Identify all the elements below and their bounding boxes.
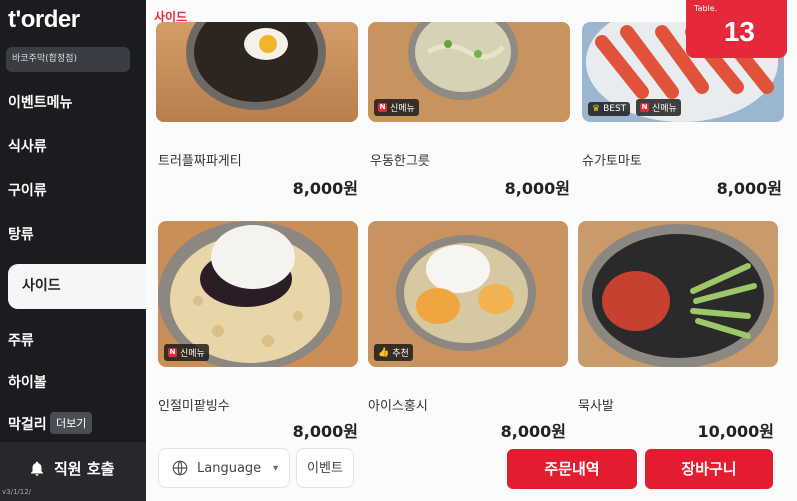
badge-label: 신메뉴 [390,104,415,114]
order-history-button[interactable]: 주문내역 [507,449,637,489]
table-label: Table. [694,4,718,13]
menu-item-price: 8,000원 [504,179,570,198]
recommend-badge: 👍 추천 [374,344,413,361]
menu-item-name[interactable]: 슈가토마토 [582,150,642,169]
menu-item-name[interactable]: 트러플짜파게티 [158,150,242,169]
language-selector[interactable]: Language ▾ [158,448,290,488]
table-number-badge: Table. 13 [686,0,787,58]
menu-item-image[interactable] [156,22,358,122]
sidebar-item-liquor[interactable]: 주류 [8,330,34,350]
badge-label: 신메뉴 [180,349,205,359]
sidebar-item-event-menu[interactable]: 이벤트메뉴 [8,92,72,112]
menu-item-image[interactable] [578,221,778,367]
language-label: Language [197,460,262,476]
new-badge: N 신메뉴 [374,99,419,116]
badge-label: BEST [603,104,627,114]
menu-item-price: 8,000원 [500,422,566,441]
thumbs-up-icon: 👍 [378,347,390,358]
sidebar-item-highball[interactable]: 하이볼 [8,372,47,392]
menu-item-name[interactable]: 아이스홍시 [368,395,428,414]
best-badge: ♛ BEST [588,102,631,116]
menu-item-price: 8,000원 [292,422,358,441]
table-number: 13 [723,16,755,47]
menu-item-price: 8,000원 [292,179,358,198]
sidebar-item-grill[interactable]: 구이류 [8,180,47,200]
new-icon: N [168,348,177,357]
brand-logo: t'order [8,6,80,33]
sidebar-item-makgeolli[interactable]: 막걸리 [8,414,47,434]
menu-item-name[interactable]: 묵사발 [578,395,614,414]
call-staff-label: 직원 호출 [54,460,115,478]
menu-item-price: 10,000원 [697,422,774,441]
sidebar-item-soup[interactable]: 탕류 [8,224,34,244]
new-badge: N 신메뉴 [636,99,681,116]
cart-button[interactable]: 장바구니 [645,449,773,489]
badge-label: 추천 [392,349,409,359]
new-badge: N 신메뉴 [164,344,209,361]
menu-content: 사이드 N 신메뉴 ♛ BEST N 신메뉴 트러플짜파게티 8,000원 우동… [146,0,797,501]
menu-item-image[interactable]: N 신메뉴 [158,221,358,367]
globe-icon [172,460,188,476]
sidebar-item-meals[interactable]: 식사류 [8,136,47,156]
crown-icon: ♛ [592,104,601,114]
menu-item-image[interactable]: N 신메뉴 [368,22,570,122]
menu-item-name[interactable]: 인절미팥빙수 [158,395,230,414]
store-name: 바코주막(합정점) [6,47,130,72]
badge-label: 신메뉴 [652,104,677,114]
call-staff-button[interactable]: 직원 호출 [28,458,114,479]
sidebar: t'order 바코주막(합정점) 이벤트메뉴 식사류 구이류 탕류 사이드 주… [0,0,154,501]
bell-icon [31,461,43,476]
menu-item-price: 8,000원 [716,179,782,198]
menu-item-image[interactable]: 👍 추천 [368,221,568,367]
new-icon: N [378,103,387,112]
more-button[interactable]: 더보기 [50,412,93,434]
menu-item-name[interactable]: 우동한그릇 [370,150,430,169]
chevron-down-icon: ▾ [273,462,279,474]
version-text: v3/1/12/ [2,488,32,496]
new-icon: N [640,103,649,112]
event-button[interactable]: 이벤트 [296,448,354,488]
sidebar-item-side[interactable]: 사이드 [8,264,154,309]
